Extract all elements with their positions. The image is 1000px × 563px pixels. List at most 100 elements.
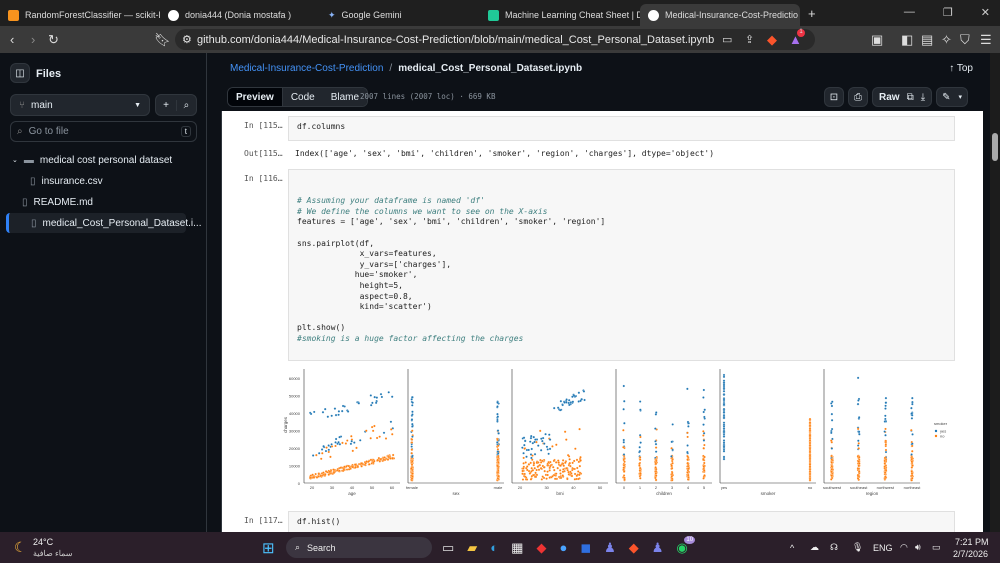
tab-code[interactable]: Code — [282, 88, 323, 106]
store-icon[interactable]: ▦ — [511, 540, 523, 556]
share-icon[interactable]: ⇪ — [745, 33, 754, 46]
scatter-point — [830, 465, 834, 468]
code-cell[interactable]: df.hist() — [288, 511, 955, 532]
search-button[interactable]: ⌕ — [175, 99, 196, 111]
reader-icon[interactable]: ▣ — [871, 32, 883, 48]
y-tick-label: 30000 — [289, 428, 301, 433]
top-button[interactable]: ↑ Top — [949, 63, 973, 74]
code-cell[interactable]: df.columns — [288, 116, 955, 141]
scatter-point — [856, 402, 860, 406]
scatter-point — [327, 444, 330, 447]
vpn-icon[interactable]: ⛉ — [960, 32, 970, 48]
scatter-point — [523, 447, 526, 450]
close-window-button[interactable]: ✕ — [981, 6, 990, 19]
site-info-icon[interactable]: ⚙ — [182, 33, 192, 46]
code-cell[interactable]: # Assuming your dataframe is named 'df' #… — [288, 169, 955, 361]
copy-icon[interactable]: ⧉ — [907, 92, 914, 103]
scatter-point — [360, 465, 363, 468]
scatter-point — [322, 445, 325, 448]
battery-icon[interactable]: ▭ — [932, 542, 941, 553]
task-view-icon[interactable]: ▭ — [442, 540, 454, 556]
sidebar-toggle-icon[interactable]: ◧ — [901, 32, 913, 48]
clock-date[interactable]: 2/7/2026 — [953, 549, 988, 559]
mic-muted-icon[interactable]: 🎙︎ — [852, 542, 863, 553]
scatter-point — [856, 376, 860, 380]
app-icon[interactable]: ◆ — [536, 540, 546, 556]
scatter-point — [654, 450, 658, 453]
add-file-button[interactable]: + — [156, 100, 176, 111]
whatsapp-icon[interactable]: ◉ 10 — [676, 535, 696, 556]
clock-time[interactable]: 7:21 PM — [955, 537, 989, 547]
tray-chevron-icon[interactable]: ^ — [790, 543, 794, 553]
tray-icon[interactable]: ☁ — [810, 542, 819, 553]
wifi-icon[interactable]: ◠ — [900, 542, 908, 553]
file-sidebar: ◫ Files ⑂ main ▼ + ⌕ ⌕ Go to file t ⌄ ▬ medical… — [0, 53, 207, 532]
bookmark-icon[interactable]: 🔖︎ — [154, 32, 171, 48]
back-icon[interactable]: ‹ — [10, 32, 14, 47]
tree-file[interactable]: ▯ README.md — [0, 192, 205, 212]
scatter-point — [561, 474, 564, 477]
brave-shield-icon[interactable]: ◆ — [767, 32, 777, 48]
scatter-point — [910, 412, 913, 415]
tray-icon[interactable]: ☊ — [830, 542, 838, 553]
page-scrollbar[interactable] — [990, 53, 1000, 532]
edit-button[interactable]: ✎ ▾ — [936, 87, 969, 107]
code-line: aspect=0.8, — [297, 291, 413, 301]
tree-file-selected[interactable]: ▯ medical_Cost_Personal_Dataset.i... — [6, 213, 202, 233]
file-explorer-icon[interactable]: ▰ — [467, 540, 477, 556]
x-axis-label: smoker — [761, 491, 776, 496]
teams-icon[interactable]: ♟ — [604, 540, 616, 556]
brave-icon[interactable]: ◆ — [629, 540, 639, 556]
scatter-point — [638, 400, 642, 403]
volume-icon[interactable]: 🔊︎ — [915, 542, 921, 553]
raw-button[interactable]: Raw ⧉ ⤓ — [872, 87, 933, 107]
tab-preview[interactable]: Preview — [228, 88, 283, 106]
browser-tab[interactable]: donia444 (Donia mostafa ) — [160, 4, 320, 26]
scatter-point — [722, 423, 726, 427]
minimize-button[interactable]: — — [904, 6, 915, 19]
branch-selector[interactable]: ⑂ main ▼ — [10, 94, 150, 116]
new-tab-button[interactable]: + — [808, 6, 816, 21]
tree-file[interactable]: ▯ insurance.csv — [0, 171, 205, 191]
edge-icon[interactable]: ◐ — [490, 540, 498, 556]
browser-tab[interactable]: Machine Learning Cheat Sheet | Data — [480, 4, 640, 26]
url-input[interactable]: ⚙ github.com/donia444/Medical-Insurance-C… — [175, 29, 815, 50]
browser-tab[interactable]: ✦ Google Gemini — [320, 4, 480, 26]
menu-icon[interactable]: ☰ — [980, 32, 992, 48]
dropbox-icon[interactable]: ◼ — [580, 540, 591, 556]
scrollbar-thumb[interactable] — [992, 133, 998, 161]
scatter-point — [497, 452, 500, 455]
scatter-point — [496, 412, 499, 416]
scatter-point — [572, 459, 576, 463]
tree-folder[interactable]: ⌄ ▬ medical cost personal dataset — [0, 150, 205, 170]
teams-icon[interactable]: ♟ — [652, 540, 664, 556]
code-line: features = ['age', 'sex', 'bmi', 'childr… — [297, 217, 606, 227]
python-icon[interactable]: ● — [559, 540, 567, 556]
restore-button[interactable]: ❐ — [943, 6, 953, 19]
windows-start-icon[interactable]: ⊞ — [262, 539, 275, 557]
repo-link[interactable]: Medical-Insurance-Cost-Prediction — [230, 63, 383, 74]
scatter-point — [533, 452, 537, 456]
scatter-point — [317, 472, 320, 476]
language-indicator[interactable]: ENG — [873, 543, 893, 553]
cast-icon[interactable]: ▭ — [722, 33, 732, 46]
collapse-sidebar-button[interactable]: ◫ — [10, 63, 30, 83]
scatter-point — [522, 462, 525, 465]
go-to-file-input[interactable]: ⌕ Go to file t — [10, 121, 197, 142]
wallet-icon[interactable]: ▤ — [921, 32, 933, 48]
download-icon[interactable]: ⤓ — [921, 92, 925, 103]
scatter-point — [521, 472, 524, 475]
leo-icon[interactable]: ✧ — [941, 32, 952, 48]
scatter-point — [722, 411, 726, 414]
scatter-point — [556, 466, 559, 470]
browser-tab-active[interactable]: Medical-Insurance-Cost-Predictio✕ — [640, 4, 800, 26]
forward-icon[interactable]: › — [31, 32, 35, 47]
taskbar-search[interactable]: ⌕ Search — [286, 537, 432, 558]
print-icon[interactable]: ⎙ — [848, 87, 868, 107]
scatter-point — [496, 464, 499, 468]
scatter-point — [523, 443, 526, 447]
copilot-button[interactable]: ⊡ — [824, 87, 844, 107]
reload-icon[interactable]: ↻ — [48, 32, 59, 48]
scatter-point — [522, 451, 525, 455]
browser-tab[interactable]: RandomForestClassifier — scikit-lear — [0, 4, 160, 26]
